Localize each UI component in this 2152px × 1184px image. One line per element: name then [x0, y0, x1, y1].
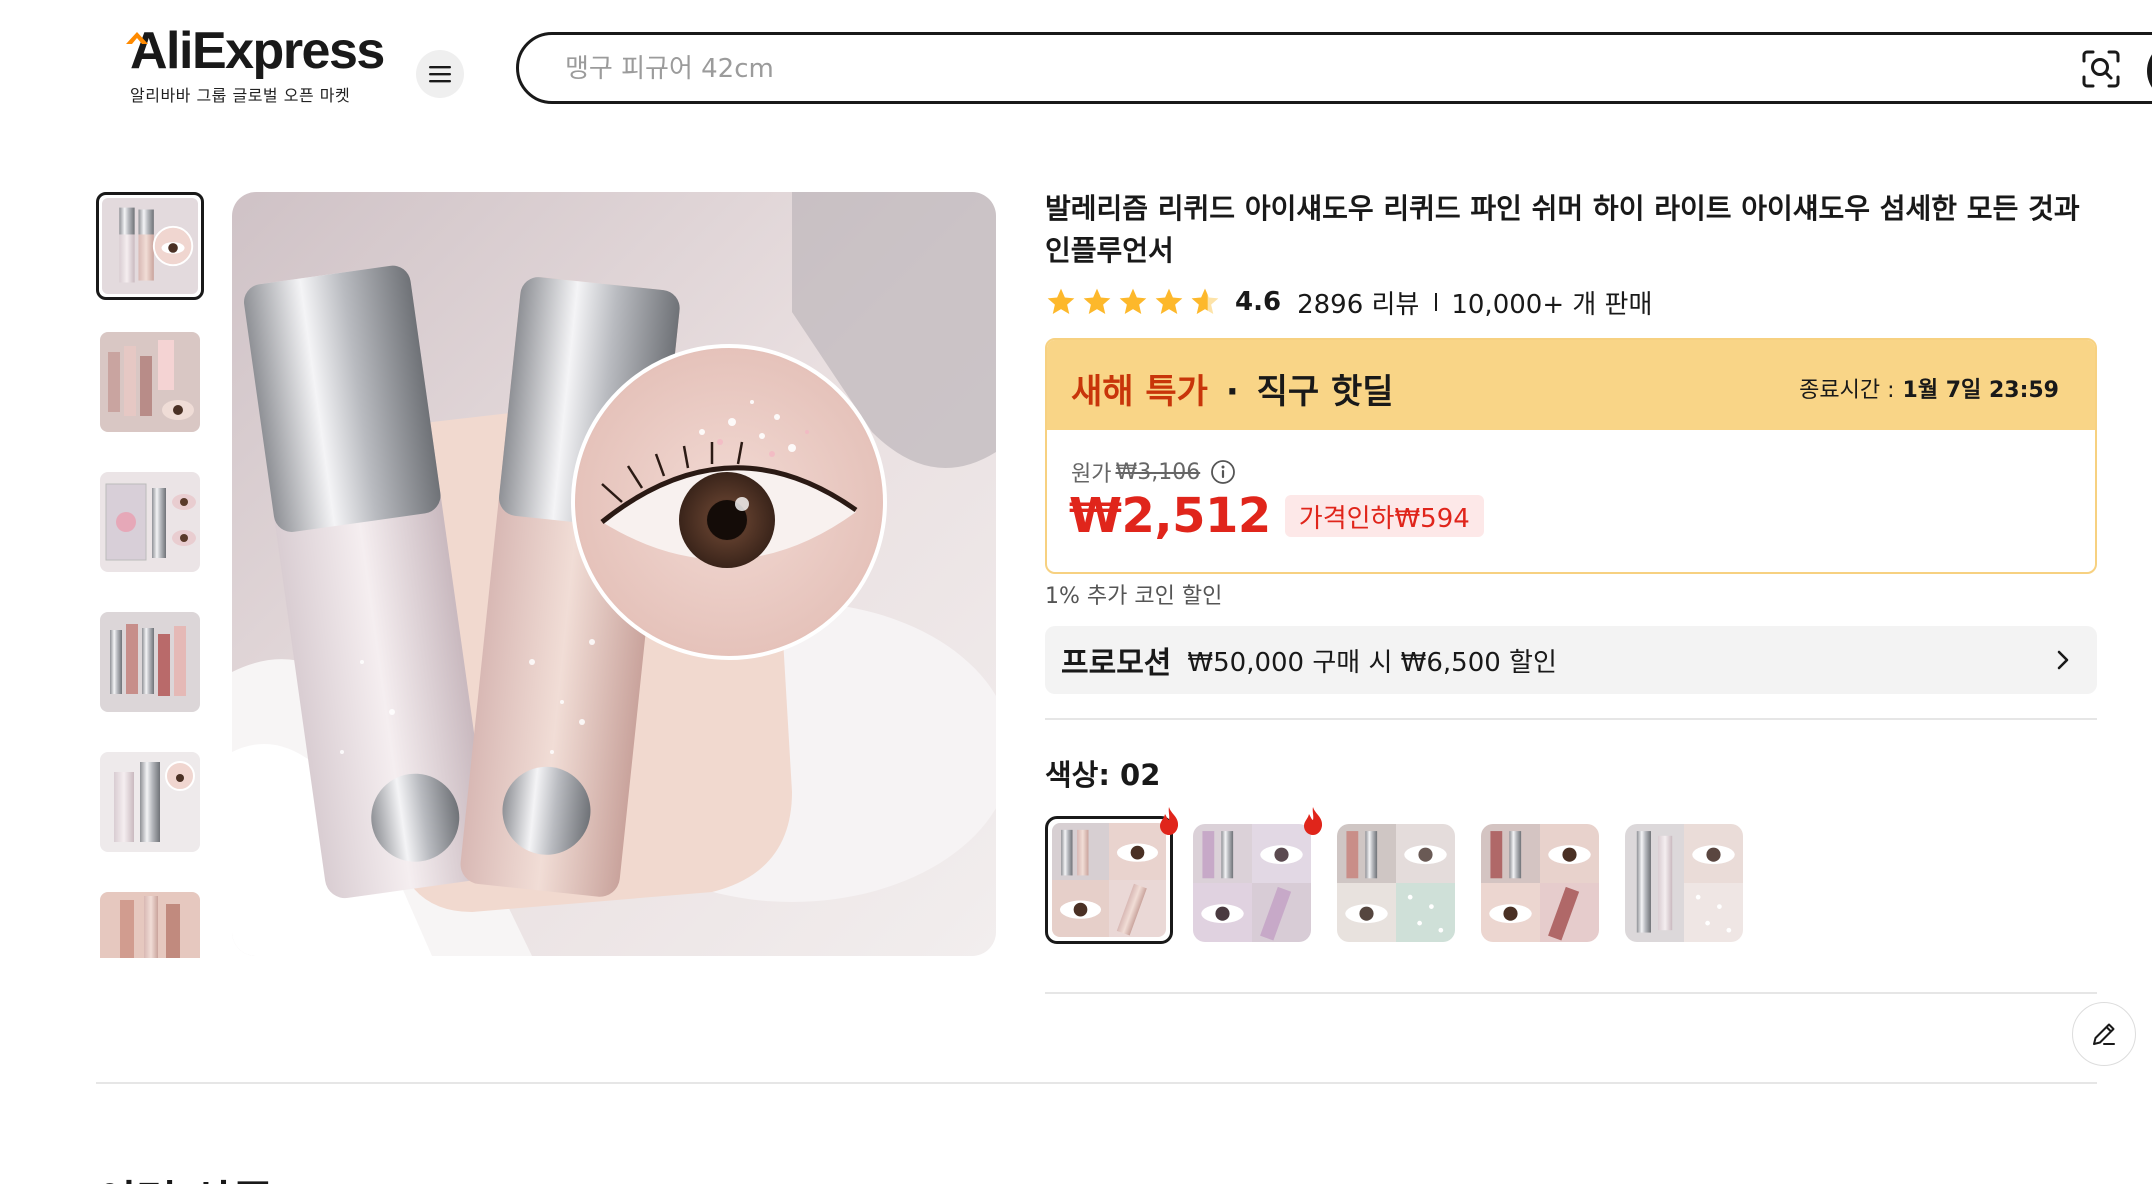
color-swatch-02[interactable] [1193, 824, 1311, 942]
search-input[interactable] [565, 51, 1965, 87]
swatch-image [1193, 824, 1311, 942]
section-divider [1045, 718, 2097, 720]
thumbnail-image [100, 472, 200, 572]
aliexpress-logo[interactable]: AliExpress 알리바바 그룹 글로벌 오픈 마켓 [126, 22, 385, 106]
thumbnail-1[interactable] [96, 192, 204, 300]
promotion-row[interactable]: 프로모션 ₩50,000 구매 시 ₩6,500 할인 [1045, 626, 2097, 694]
thumbnail-4[interactable] [100, 612, 200, 712]
rating-stars [1045, 286, 1221, 318]
deal-title: 새해 특가 · 직구 핫딜 [1071, 364, 1394, 413]
divider [1435, 293, 1438, 311]
thumbnail-2[interactable] [100, 332, 200, 432]
rating-value: 4.6 [1235, 287, 1282, 317]
color-selected-label: 색상: 02 [1045, 758, 1161, 792]
rating-row: 4.6 2896 리뷰 10,000+ 개 판매 [1045, 284, 1652, 320]
deal-label-dot: · [1225, 372, 1239, 412]
review-count-link[interactable]: 2896 리뷰 [1297, 284, 1419, 321]
swatch-image [1052, 823, 1166, 937]
deal-label-red: 새해 특가 [1071, 372, 1208, 412]
thumbnail-list [96, 192, 206, 958]
sold-count: 10,000+ 개 판매 [1451, 289, 1653, 320]
thumbnail-image [100, 332, 200, 432]
product-photo [232, 192, 996, 956]
thumbnail-6[interactable] [100, 892, 200, 958]
thumbnail-3[interactable] [100, 472, 200, 572]
thumbnail-image [100, 892, 200, 958]
deal-end-value: 1월 7일 23:59 [1902, 378, 2059, 403]
color-swatch-05[interactable] [1625, 824, 1743, 942]
info-icon[interactable] [1210, 459, 1236, 485]
price-row: ₩2,512 가격인하₩594 [1069, 488, 1484, 544]
promotion-text: ₩50,000 구매 시 ₩6,500 할인 [1187, 647, 1557, 678]
star-icon [1083, 288, 1111, 314]
section-divider [1045, 992, 2097, 994]
logo-tagline: 알리바바 그룹 글로벌 오픈 마켓 [130, 86, 351, 105]
thumbnail-image [102, 198, 198, 294]
logo-wing-icon [126, 32, 148, 44]
coin-discount-note: 1% 추가 코인 할인 [1045, 584, 1223, 609]
star-icon [1047, 288, 1075, 314]
swatch-image [1481, 824, 1599, 942]
current-price: ₩2,512 [1069, 488, 1271, 544]
image-search-icon[interactable] [2081, 49, 2121, 89]
recommend-section-title: 이런 상품 [96, 1166, 273, 1184]
thumbnail-5[interactable] [100, 752, 200, 852]
discount-badge: 가격인하₩594 [1284, 495, 1484, 537]
star-icon [1155, 288, 1183, 314]
page-divider [96, 1082, 2097, 1084]
deal-banner: 새해 특가 · 직구 핫딜 종료시간 : 1월 7일 23:59 [1047, 340, 2095, 430]
logo-wordmark: AliExpress [130, 22, 385, 80]
chevron-right-icon [2057, 650, 2069, 670]
thumbnail-image [100, 612, 200, 712]
half-star-icon [1191, 288, 1219, 314]
hamburger-icon [429, 66, 451, 83]
thumbnail-image [100, 752, 200, 852]
deal-label-black: 직구 핫딜 [1256, 372, 1394, 412]
original-price: ₩3,106 [1115, 459, 1201, 485]
color-swatch-01[interactable] [1045, 816, 1173, 944]
product-title: 발레리즘 리퀴드 아이섀도우 리퀴드 파인 쉬머 하이 라이트 아이섀도우 섬세… [1045, 192, 2080, 267]
original-price-label: 원가 [1071, 462, 1112, 487]
hot-fire-icon [1304, 807, 1323, 835]
hot-fire-icon [1160, 807, 1179, 835]
swatch-image [1337, 824, 1455, 942]
main-product-image[interactable] [232, 192, 996, 956]
search-button[interactable] [2147, 41, 2152, 101]
edit-button[interactable] [2072, 1002, 2136, 1066]
promotion-title: 프로모션 [1061, 646, 1172, 681]
pencil-icon [2093, 1023, 2115, 1045]
swatch-image [1625, 824, 1743, 942]
color-swatch-04[interactable] [1481, 824, 1599, 942]
deal-end-label: 종료시간 : [1799, 378, 1895, 403]
original-price-row: 원가 ₩3,106 [1071, 456, 1236, 488]
deal-end-time: 종료시간 : 1월 7일 23:59 [1799, 372, 2059, 404]
color-swatch-03[interactable] [1337, 824, 1455, 942]
deal-price-box: 새해 특가 · 직구 핫딜 종료시간 : 1월 7일 23:59 원가 ₩3,10… [1045, 338, 2097, 574]
menu-button[interactable] [416, 50, 464, 98]
star-icon [1119, 288, 1147, 314]
search-bar [516, 32, 2152, 104]
